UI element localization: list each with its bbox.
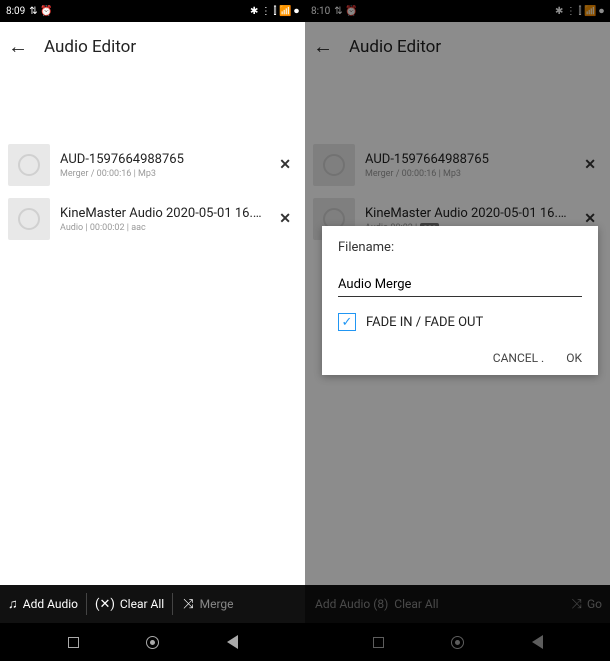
status-time: 8:10 (311, 6, 330, 17)
bottom-bar: ♫ Add Audio (✕) Clear All ⤨ Merge (0, 585, 305, 623)
nav-home-icon[interactable] (146, 636, 159, 649)
audio-title: KineMaster Audio 2020-05-01 16..… (365, 206, 568, 221)
nav-recents-icon[interactable] (373, 637, 384, 648)
clear-all-label[interactable]: Clear All (394, 597, 438, 611)
audio-list-item[interactable]: AUD-1597664988765 Merger / 00:00:16 | Mp… (305, 138, 610, 192)
go-label: Go (587, 597, 602, 611)
ok-button[interactable]: OK (566, 351, 582, 365)
status-icons-left: ⇅ ⏰ (29, 6, 52, 17)
audio-title: KineMaster Audio 2020-05-01 16..… (60, 206, 263, 221)
clear-all-label: Clear All (120, 597, 164, 611)
filename-dialog: Filename: ✓ FADE IN / FADE OUT CANCEL . … (322, 226, 598, 375)
audio-thumbnail (8, 198, 50, 240)
merge-button[interactable]: ⤨ Merge (173, 597, 305, 612)
status-time: 8:09 (6, 6, 25, 17)
content-area: AUD-1597664988765 Merger / 00:00:16 | Mp… (0, 72, 305, 585)
audio-thumbnail (313, 144, 355, 186)
back-icon[interactable]: ← (8, 34, 28, 59)
nav-home-icon[interactable] (451, 636, 464, 649)
filename-input[interactable] (338, 273, 582, 297)
add-audio-label: Add Audio (23, 597, 78, 611)
clear-all-button[interactable]: (✕) Clear All (87, 585, 172, 623)
add-audio-label[interactable]: Add Audio (8) (315, 597, 388, 611)
add-audio-button[interactable]: ♫ Add Audio (0, 585, 86, 623)
audio-thumbnail (8, 144, 50, 186)
audio-meta: Merger / 00:00:16 | Mp3 (365, 169, 568, 179)
merge-label: Merge (200, 597, 234, 611)
audio-title: AUD-1597664988765 (60, 152, 263, 167)
fade-checkbox-row[interactable]: ✓ FADE IN / FADE OUT (338, 313, 582, 331)
status-icons-right: ✱ ⋮ ⫿ 📶 ⏺ (555, 6, 604, 17)
toolbar: ← Audio Editor (0, 22, 305, 72)
remove-icon[interactable]: ✕ (578, 157, 602, 173)
status-icons-left: ⇅ ⏰ (334, 6, 357, 17)
remove-icon[interactable]: ✕ (273, 211, 297, 227)
phone-right: 8:10 ⇅ ⏰ ✱ ⋮ ⫿ 📶 ⏺ ← Audio Editor AUD-15… (305, 0, 610, 661)
status-bar: 8:10 ⇅ ⏰ ✱ ⋮ ⫿ 📶 ⏺ (305, 0, 610, 22)
fade-label: FADE IN / FADE OUT (366, 315, 483, 330)
cancel-button[interactable]: CANCEL . (493, 351, 544, 365)
phone-left: 8:09 ⇅ ⏰ ✱ ⋮ ⫿ 📶 ⏺ ← Audio Editor AUD-15… (0, 0, 305, 661)
merge-icon: ⤨ (183, 597, 193, 612)
audio-list-item[interactable]: AUD-1597664988765 Merger / 00:00:16 | Mp… (0, 138, 305, 192)
android-navbar (0, 623, 305, 661)
checkbox-icon[interactable]: ✓ (338, 313, 356, 331)
clear-icon: (✕) (95, 597, 115, 612)
android-navbar (305, 623, 610, 661)
dialog-label: Filename: (338, 240, 582, 255)
toolbar-title: Audio Editor (44, 37, 136, 57)
back-icon[interactable]: ← (313, 34, 333, 59)
music-note-icon: ♫ (8, 596, 18, 612)
remove-icon[interactable]: ✕ (273, 157, 297, 173)
status-icons-right: ✱ ⋮ ⫿ 📶 ⏺ (250, 6, 299, 17)
audio-meta: Merger / 00:00:16 | Mp3 (60, 169, 263, 179)
audio-meta: Audio | 00:00:02 | aac (60, 223, 263, 233)
bottom-bar: Add Audio (8) Clear All ⤨ Go (305, 585, 610, 623)
remove-icon[interactable]: ✕ (578, 211, 602, 227)
toolbar-title: Audio Editor (349, 37, 441, 57)
toolbar: ← Audio Editor (305, 22, 610, 72)
audio-list-item[interactable]: KineMaster Audio 2020-05-01 16..… Audio … (0, 192, 305, 246)
audio-title: AUD-1597664988765 (365, 152, 568, 167)
status-bar: 8:09 ⇅ ⏰ ✱ ⋮ ⫿ 📶 ⏺ (0, 0, 305, 22)
nav-back-icon[interactable] (532, 635, 543, 649)
merge-icon: ⤨ (572, 597, 582, 612)
nav-back-icon[interactable] (227, 635, 238, 649)
go-button[interactable]: ⤨ Go (564, 585, 610, 623)
bottom-bar-text: Add Audio (8) Clear All (305, 597, 564, 611)
nav-recents-icon[interactable] (68, 637, 79, 648)
